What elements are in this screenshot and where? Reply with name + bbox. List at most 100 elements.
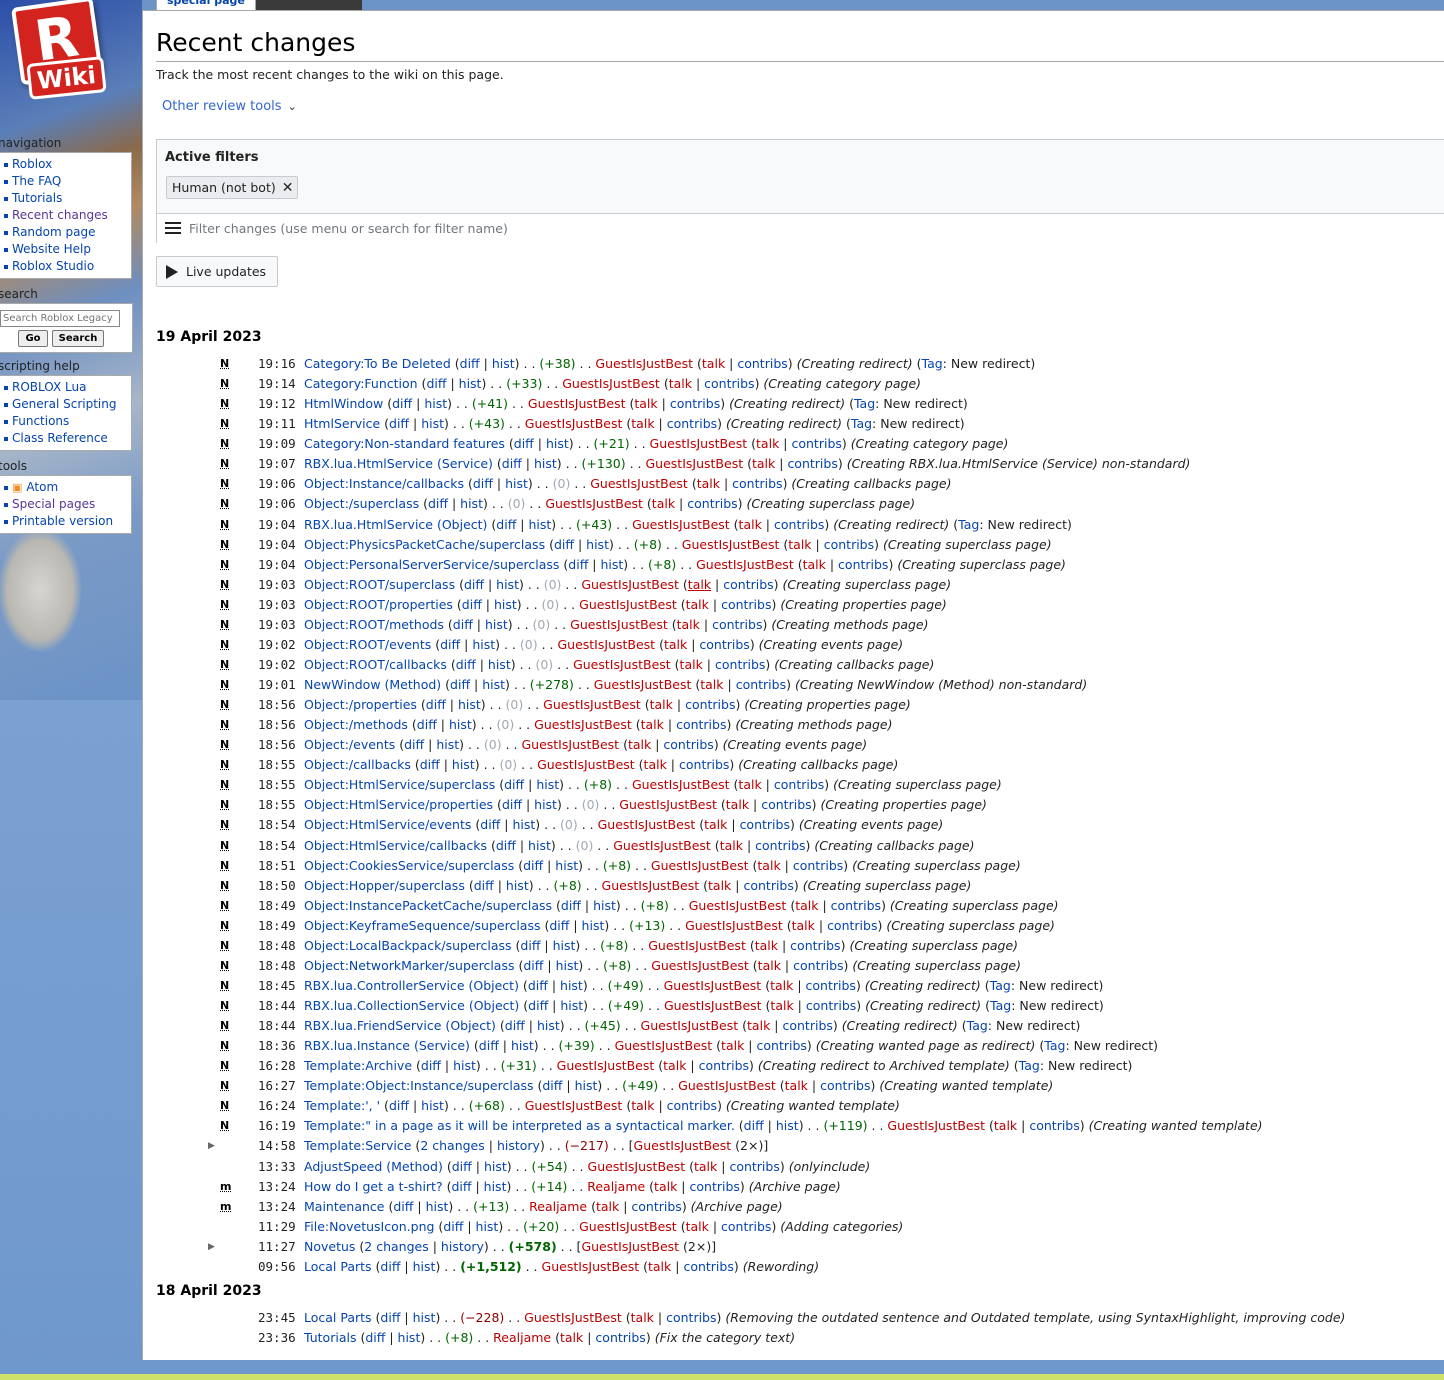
talk-link[interactable]: talk — [644, 757, 667, 772]
page-link[interactable]: Object:NetworkMarker/superclass — [304, 958, 515, 973]
page-link[interactable]: Object:CookiesService/superclass — [304, 858, 514, 873]
user-link[interactable]: GuestIsJustBest — [613, 838, 711, 853]
page-link[interactable]: Object:/superclass — [304, 496, 419, 511]
user-link[interactable]: GuestIsJustBest — [648, 938, 746, 953]
contribs-link[interactable]: contribs — [732, 476, 782, 491]
contribs-link[interactable]: contribs — [667, 416, 717, 431]
talk-link[interactable]: talk — [792, 918, 815, 933]
hist-link[interactable]: hist — [512, 817, 535, 832]
talk-link[interactable]: talk — [803, 557, 826, 572]
other-review-tools-dropdown[interactable]: Other review tools ⌄ — [162, 99, 297, 114]
talk-link[interactable]: talk — [720, 838, 743, 853]
talk-link[interactable]: talk — [631, 1310, 654, 1325]
page-link[interactable]: Object:LocalBackpack/superclass — [304, 938, 512, 953]
nav-link[interactable]: Tutorials — [12, 191, 62, 205]
contribs-link[interactable]: contribs — [806, 978, 856, 993]
user-link[interactable]: GuestIsJustBest — [619, 797, 717, 812]
talk-link[interactable]: talk — [708, 878, 731, 893]
page-link[interactable]: Object:ROOT/methods — [304, 617, 444, 632]
search-input[interactable] — [0, 310, 120, 327]
hist-link[interactable]: hist — [413, 1310, 436, 1325]
hist-link[interactable]: hist — [398, 1330, 421, 1345]
user-link[interactable]: GuestIsJustBest — [573, 657, 671, 672]
diff-link[interactable]: diff — [473, 476, 493, 491]
page-link[interactable]: Template:" in a page as it will be inter… — [304, 1118, 735, 1133]
user-link[interactable]: GuestIsJustBest — [646, 456, 744, 471]
history-link[interactable]: history — [497, 1138, 540, 1153]
contribs-link[interactable]: contribs — [723, 577, 773, 592]
page-link[interactable]: Local Parts — [304, 1310, 372, 1325]
talk-link[interactable]: talk — [739, 517, 762, 532]
talk-link[interactable]: talk — [677, 617, 700, 632]
diff-link[interactable]: diff — [380, 1259, 400, 1274]
contribs-link[interactable]: contribs — [699, 1058, 749, 1073]
hist-link[interactable]: hist — [536, 777, 559, 792]
diff-link[interactable]: diff — [561, 898, 581, 913]
tag-link[interactable]: Tag — [1044, 1038, 1065, 1053]
page-link[interactable]: Tutorials — [304, 1330, 356, 1345]
diff-link[interactable]: diff — [502, 456, 522, 471]
user-link[interactable]: GuestIsJustBest — [557, 637, 655, 652]
page-link[interactable]: RBX.lua.ControllerService (Object) — [304, 978, 519, 993]
contribs-link[interactable]: contribs — [683, 1259, 733, 1274]
contribs-link[interactable]: contribs — [774, 517, 824, 532]
contribs-link[interactable]: contribs — [774, 777, 824, 792]
talk-link[interactable]: talk — [654, 1179, 677, 1194]
talk-link[interactable]: talk — [770, 978, 793, 993]
user-link[interactable]: GuestIsJustBest — [537, 757, 635, 772]
contribs-link[interactable]: contribs — [721, 597, 771, 612]
contribs-link[interactable]: contribs — [631, 1199, 681, 1214]
diff-link[interactable]: diff — [428, 496, 448, 511]
tag-link[interactable]: Tag — [990, 998, 1011, 1013]
user-link[interactable]: GuestIsJustBest — [525, 1098, 623, 1113]
page-link[interactable]: Novetus — [304, 1239, 355, 1254]
user-link[interactable]: Realjame — [587, 1179, 645, 1194]
user-link[interactable]: GuestIsJustBest — [678, 1078, 776, 1093]
hist-link[interactable]: hist — [555, 858, 578, 873]
talk-link[interactable]: talk — [631, 1098, 654, 1113]
talk-link[interactable]: talk — [785, 1078, 808, 1093]
page-link[interactable]: Object:InstancePacketCache/superclass — [304, 898, 552, 913]
hist-link[interactable]: hist — [421, 1098, 444, 1113]
talk-link[interactable]: talk — [738, 777, 761, 792]
diff-link[interactable]: diff — [417, 717, 437, 732]
talk-link[interactable]: talk — [757, 858, 780, 873]
user-link[interactable]: GuestIsJustBest — [545, 496, 643, 511]
contribs-link[interactable]: contribs — [737, 356, 787, 371]
contribs-link[interactable]: contribs — [790, 938, 840, 953]
page-link[interactable]: Object:Instance/callbacks — [304, 476, 464, 491]
user-link[interactable]: GuestIsJustBest — [562, 376, 660, 391]
changes-link[interactable]: 2 changes — [420, 1138, 484, 1153]
hist-link[interactable]: hist — [449, 717, 472, 732]
user-link[interactable]: GuestIsJustBest — [543, 697, 641, 712]
tools-item[interactable]: Printable version — [4, 513, 131, 530]
talk-link[interactable]: talk — [994, 1118, 1017, 1133]
user-link[interactable]: GuestIsJustBest — [682, 537, 780, 552]
hist-link[interactable]: hist — [534, 456, 557, 471]
diff-link[interactable]: diff — [479, 1038, 499, 1053]
page-link[interactable]: Object:ROOT/properties — [304, 597, 453, 612]
page-link[interactable]: Object:PhysicsPacketCache/superclass — [304, 537, 545, 552]
page-link[interactable]: HtmlWindow — [304, 396, 383, 411]
talk-link[interactable]: talk — [694, 1159, 717, 1174]
diff-link[interactable]: diff — [426, 376, 446, 391]
user-link[interactable]: GuestIsJustBest — [664, 998, 762, 1013]
user-link[interactable]: GuestIsJustBest — [602, 878, 700, 893]
contribs-link[interactable]: contribs — [761, 797, 811, 812]
diff-link[interactable]: diff — [452, 1159, 472, 1174]
scripting-item[interactable]: Class Reference — [4, 430, 131, 447]
hist-link[interactable]: hist — [528, 838, 551, 853]
contribs-link[interactable]: contribs — [740, 817, 790, 832]
contribs-link[interactable]: contribs — [791, 436, 841, 451]
talk-link[interactable]: talk — [752, 456, 775, 471]
diff-link[interactable]: diff — [464, 577, 484, 592]
user-link[interactable]: GuestIsJustBest — [521, 737, 619, 752]
contribs-link[interactable]: contribs — [666, 1310, 716, 1325]
hist-link[interactable]: hist — [534, 797, 557, 812]
contribs-link[interactable]: contribs — [670, 396, 720, 411]
diff-link[interactable]: diff — [549, 918, 569, 933]
scripting-link[interactable]: General Scripting — [12, 397, 116, 411]
talk-link[interactable]: talk — [688, 577, 711, 592]
hist-link[interactable]: hist — [413, 1259, 436, 1274]
nav-link[interactable]: Recent changes — [12, 208, 108, 222]
